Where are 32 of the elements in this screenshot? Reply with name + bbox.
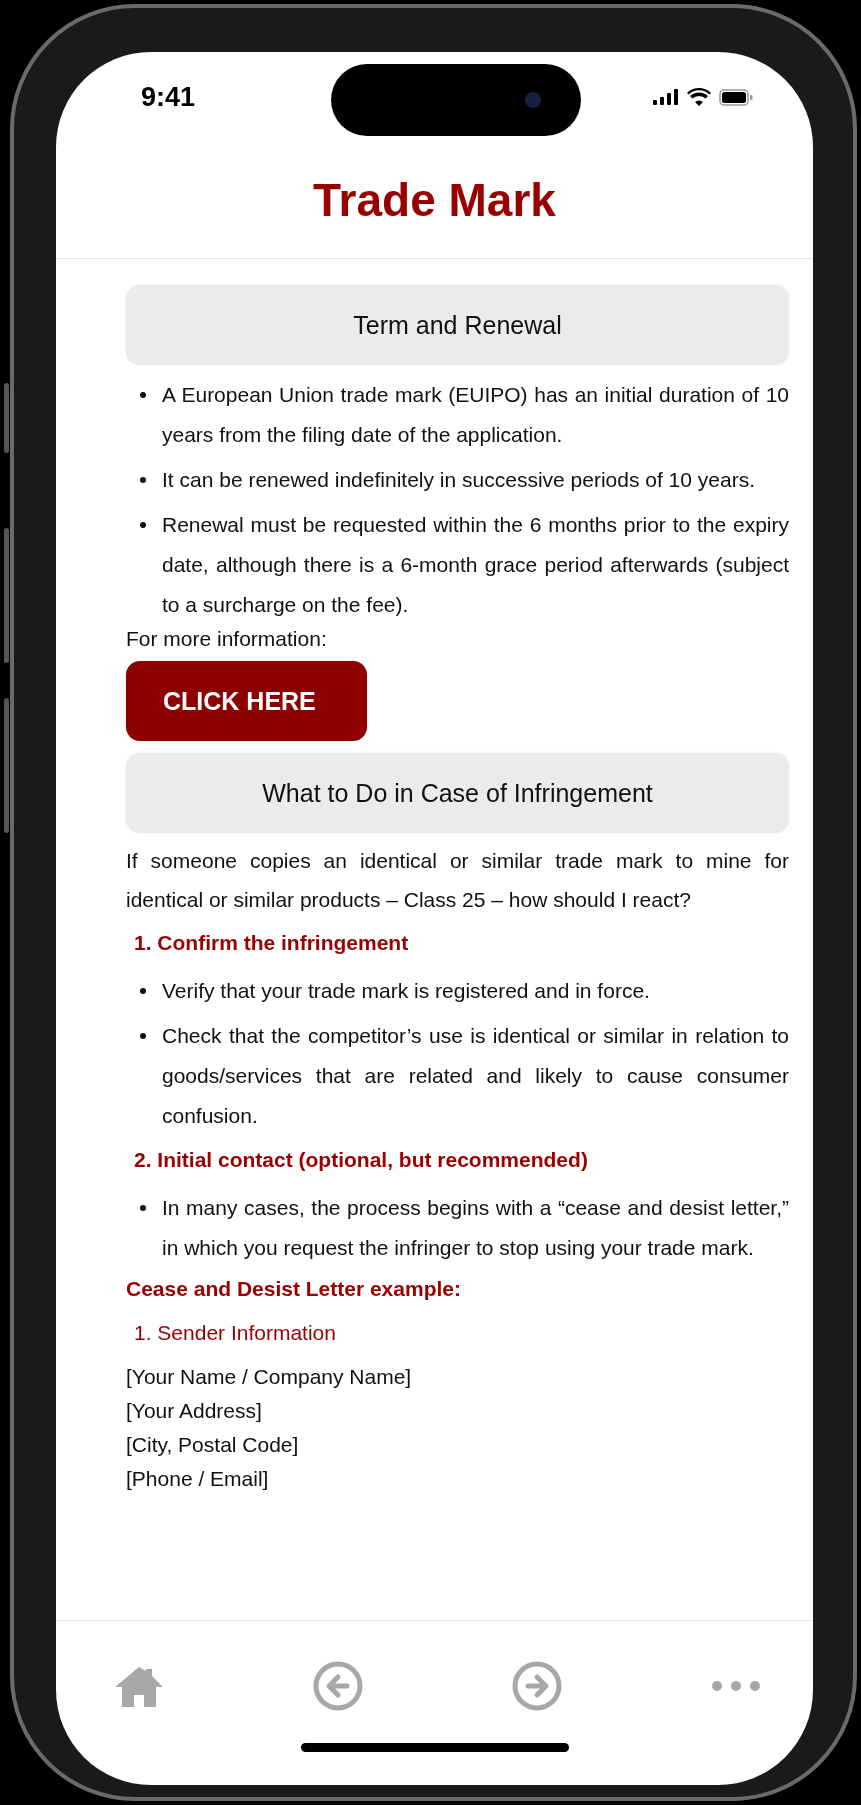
click-here-button[interactable]: CLICK HERE bbox=[126, 661, 367, 741]
more-icon[interactable] bbox=[711, 1680, 761, 1692]
bullet-icon bbox=[140, 477, 146, 483]
more-info-text: For more information: bbox=[126, 626, 328, 652]
letter-line: [City, Postal Code] bbox=[126, 1432, 300, 1458]
wifi-icon bbox=[687, 88, 711, 106]
example-heading: Cease and Desist Letter example: bbox=[126, 1276, 462, 1302]
home-icon[interactable] bbox=[114, 1665, 164, 1707]
example-subheading: 1. Sender Information bbox=[133, 1320, 337, 1346]
bullet-text: Renewal must be requested within the 6 months prior to the expiry date, although there is a 6-month grace period afterwards (subject to a surcharge on the fee). bbox=[162, 512, 789, 618]
bullet-icon bbox=[140, 1205, 146, 1211]
bullet-icon bbox=[140, 392, 146, 398]
battery-icon bbox=[719, 88, 753, 106]
bullet-icon bbox=[140, 522, 146, 528]
bullet-text: It can be renewed indefinitely in successive periods of 10 years. bbox=[162, 467, 756, 493]
letter-line: [Your Address] bbox=[126, 1398, 263, 1424]
bullet-text: In many cases, the process begins with a “cease and desist letter,” in which you request the infringer to stop using your trade mark. bbox=[162, 1195, 789, 1261]
section-heading: Term and Renewal bbox=[126, 285, 789, 365]
signal-icon bbox=[653, 89, 679, 105]
step-heading: 1. Confirm the infringement bbox=[133, 930, 410, 956]
bullet-icon bbox=[140, 1033, 146, 1039]
bullet-text: Verify that your trade mark is registered and in force. bbox=[162, 978, 651, 1004]
intro-text: If someone copies an identical or similar trade mark to mine for identical or similar products – Class 25 – how should I react? bbox=[126, 848, 789, 913]
bullet-text: Check that the competitor’s use is identical or similar in relation to goods/services that are related and likely to cause consumer confusion. bbox=[162, 1023, 789, 1129]
status-time: 9:41 bbox=[141, 81, 196, 113]
bullet-text: A European Union trade mark (EUIPO) has an initial duration of 10 years from the filing date of the application. bbox=[162, 382, 789, 448]
page-title: Trade Mark bbox=[313, 173, 556, 227]
step-heading: 2. Initial contact (optional, but recommended) bbox=[133, 1147, 589, 1173]
letter-line: [Phone / Email] bbox=[126, 1466, 270, 1492]
letter-line: [Your Name / Company Name] bbox=[126, 1364, 413, 1390]
bullet-icon bbox=[140, 988, 146, 994]
section-heading: What to Do in Case of Infringement bbox=[126, 753, 789, 833]
